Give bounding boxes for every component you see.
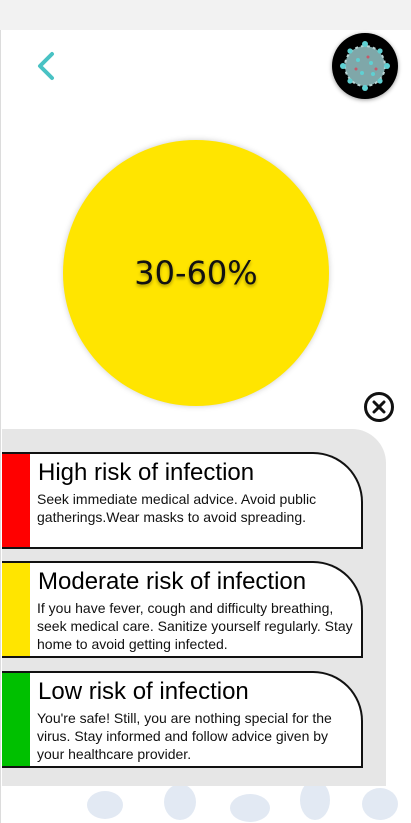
status-bar — [0, 0, 411, 30]
back-button[interactable] — [30, 48, 66, 84]
close-button[interactable] — [363, 391, 395, 423]
virus-icon — [340, 41, 390, 91]
risk-card-description: Seek immediate medical advice. Avoid pub… — [37, 491, 317, 525]
risk-indicator-circle: 30-60% — [63, 140, 329, 406]
risk-color-stripe — [2, 673, 30, 766]
risk-percentage: 30-60% — [134, 254, 258, 292]
risk-card-low: Low risk of infection You're safe! Still… — [2, 671, 363, 768]
risk-card-title: High risk of infection — [38, 459, 255, 486]
risk-color-stripe — [2, 454, 30, 547]
risk-color-stripe — [2, 563, 30, 656]
risk-card-high: High risk of infection Seek immediate me… — [2, 452, 363, 549]
risk-card-title: Moderate risk of infection — [38, 568, 307, 595]
risk-card-description: If you have fever, cough and difficulty … — [37, 600, 353, 652]
avatar[interactable] — [332, 33, 398, 99]
risk-card-moderate: Moderate risk of infection If you have f… — [2, 561, 363, 658]
close-circle-icon — [364, 392, 394, 422]
chevron-left-icon — [38, 52, 54, 80]
divider — [0, 30, 1, 823]
risk-card-title: Low risk of infection — [38, 678, 249, 705]
risk-card-description: You're safe! Still, you are nothing spec… — [37, 710, 332, 762]
